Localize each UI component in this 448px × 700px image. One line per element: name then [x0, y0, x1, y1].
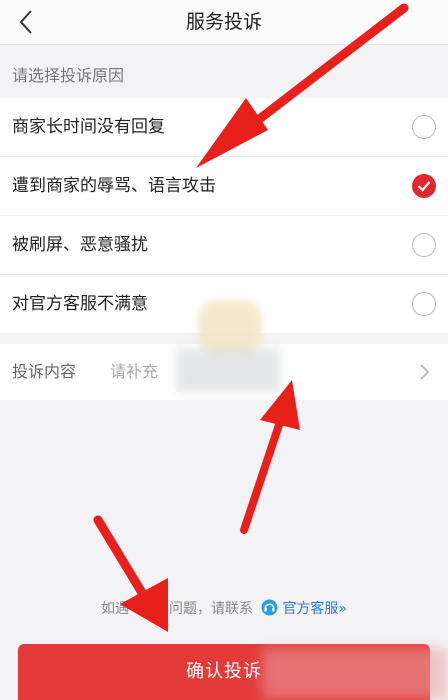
reason-option-no-reply[interactable]: 商家长时间没有回复 — [0, 98, 448, 157]
help-prefix: 如遇 — [100, 601, 129, 617]
content-label: 投诉内容 — [12, 362, 77, 381]
page-title: 服务投诉 — [185, 11, 262, 33]
headset-icon — [261, 599, 278, 616]
annotation-arrow-icon — [240, 380, 300, 534]
section-title: 请选择投诉原因 — [12, 66, 125, 85]
content-placeholder[interactable]: 请补充 — [110, 344, 158, 400]
reason-list: 商家长时间没有回复 遭到商家的辱骂、语言攻击 被刷屏、恶意骚扰 对官方客服不满意 — [0, 98, 448, 333]
blur-mosaic — [198, 300, 262, 354]
reason-label: 商家长时间没有回复 — [12, 117, 165, 137]
checkmark-icon — [417, 181, 431, 192]
help-middle: 问题，请联系 — [168, 601, 253, 617]
official-service-link[interactable]: 官方客服» — [282, 601, 347, 617]
reason-option-spam[interactable]: 被刷屏、恶意骚扰 — [0, 216, 448, 275]
top-bar: 服务投诉 — [0, 0, 448, 45]
radio-unchecked-icon[interactable] — [412, 292, 436, 316]
radio-unchecked-icon[interactable] — [412, 233, 436, 257]
help-text: 如遇 问题，请联系 官方客服» — [0, 598, 448, 618]
reason-label: 被刷屏、恶意骚扰 — [12, 235, 148, 255]
blur-mosaic — [262, 648, 448, 699]
reason-option-abuse[interactable]: 遭到商家的辱骂、语言攻击 — [0, 157, 448, 216]
radio-unchecked-icon[interactable] — [412, 115, 436, 139]
chevron-right-icon — [420, 364, 430, 380]
reason-label: 遭到商家的辱骂、语言攻击 — [12, 176, 216, 196]
blur-mosaic — [176, 348, 280, 392]
reason-label: 对官方客服不满意 — [12, 294, 148, 314]
radio-checked-icon[interactable] — [412, 174, 436, 198]
